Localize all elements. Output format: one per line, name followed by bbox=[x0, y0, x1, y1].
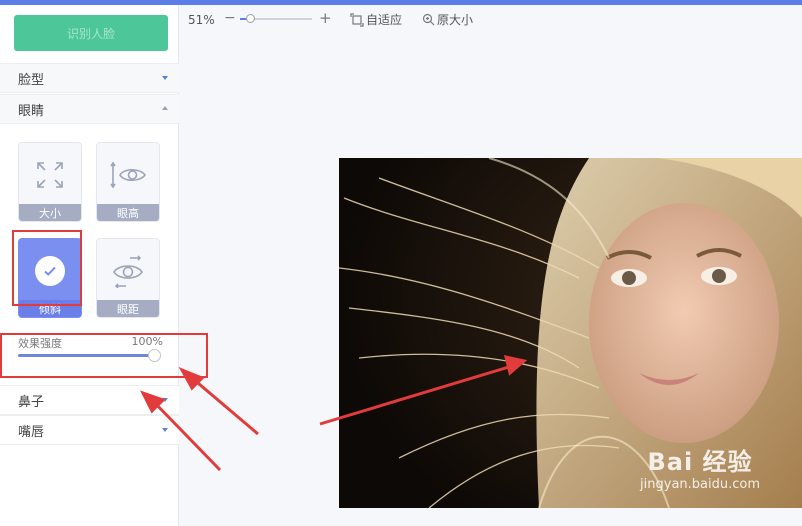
annotation-arrow bbox=[319, 364, 513, 426]
annotation-arrow bbox=[150, 398, 222, 472]
annotation-arrows bbox=[140, 355, 528, 472]
annotation-arrowhead bbox=[503, 355, 528, 376]
annotation-arrow bbox=[191, 376, 259, 436]
